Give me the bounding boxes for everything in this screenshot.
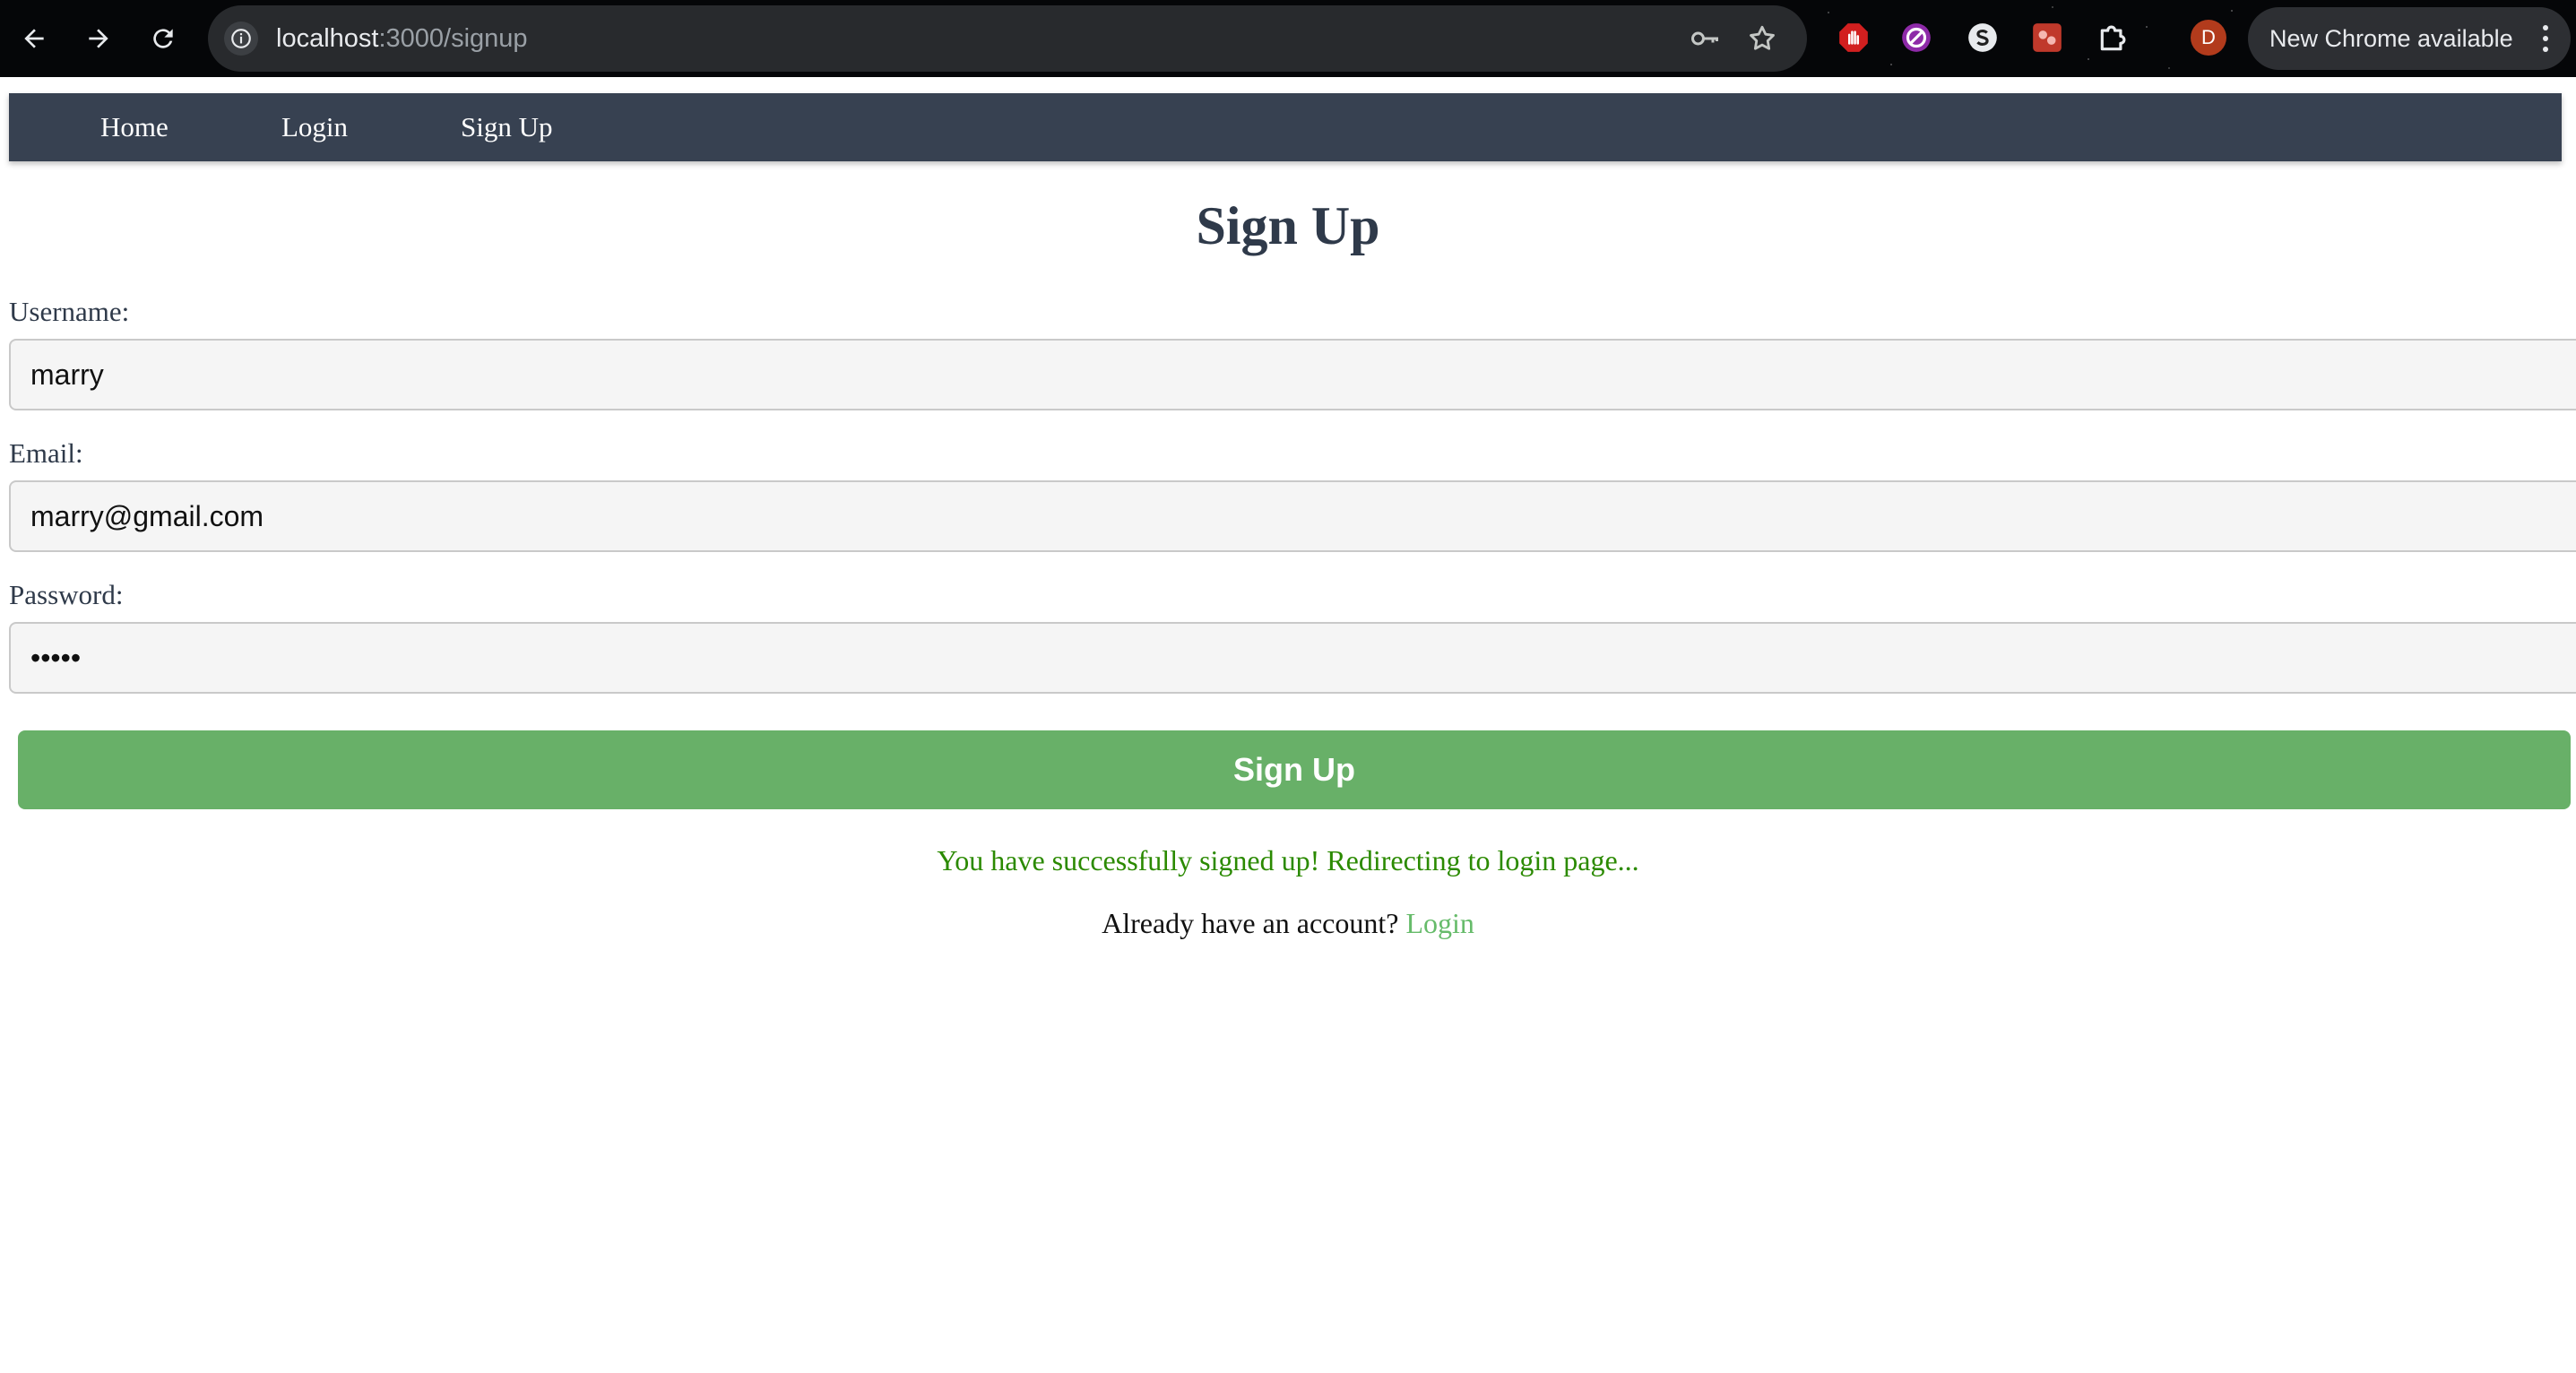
nav-link-signup[interactable]: Sign Up <box>461 93 553 161</box>
forward-button[interactable] <box>75 15 122 62</box>
browser-toolbar: localhost:3000/signup D New Chrome avail… <box>0 0 2576 77</box>
page-title: Sign Up <box>1196 196 1380 255</box>
bookmark-button[interactable] <box>1746 22 1778 55</box>
username-label: Username: <box>9 296 130 327</box>
password-key-button[interactable] <box>1689 22 1721 55</box>
password-label: Password: <box>9 579 124 610</box>
url-host: localhost <box>276 24 379 53</box>
forward-arrow-icon <box>89 29 108 48</box>
extension-s-icon <box>1968 23 1997 52</box>
reload-icon <box>153 29 173 48</box>
extensions-menu-button[interactable] <box>2096 20 2131 56</box>
email-label: Email: <box>9 437 83 469</box>
chrome-update-button[interactable]: New Chrome available <box>2248 7 2571 70</box>
extension-stop-hand-icon <box>1839 23 1868 52</box>
login-link[interactable]: Login <box>1405 907 1474 939</box>
extension-s[interactable] <box>1965 20 2001 56</box>
reload-button[interactable] <box>140 15 186 62</box>
password-key-icon <box>1691 31 1718 46</box>
extension-circle-slash-icon <box>1902 23 1931 52</box>
back-button[interactable] <box>11 15 57 62</box>
username-input[interactable] <box>9 339 2576 410</box>
extensions-puzzle-icon <box>2100 25 2126 51</box>
profile-avatar[interactable]: D <box>2191 20 2226 56</box>
extension-stop-hand[interactable] <box>1836 20 1871 56</box>
url-text[interactable]: localhost:3000/signup <box>276 5 528 72</box>
site-info-button[interactable] <box>224 22 258 56</box>
extension-red-app-icon <box>2033 23 2062 52</box>
site-info-icon <box>231 29 251 48</box>
signup-submit-button[interactable]: Sign Up <box>18 730 2571 809</box>
success-message: You have successfully signed up! Redirec… <box>937 844 1639 876</box>
site-navbar: Home Login Sign Up <box>9 93 2562 161</box>
bookmark-star-icon <box>1750 25 1775 50</box>
update-label: New Chrome available <box>2269 24 2513 52</box>
more-vert-icon[interactable] <box>2542 25 2549 52</box>
password-input[interactable] <box>9 622 2576 694</box>
nav-link-login[interactable]: Login <box>281 93 348 161</box>
email-input[interactable] <box>9 480 2576 552</box>
address-bar[interactable]: localhost:3000/signup <box>208 5 1807 72</box>
extension-circle-slash[interactable] <box>1898 20 1934 56</box>
login-prompt-text: Already have an account? <box>1102 907 1399 939</box>
back-arrow-icon <box>24 29 44 48</box>
nav-link-home[interactable]: Home <box>100 93 169 161</box>
extension-red-app[interactable] <box>2029 20 2065 56</box>
url-path: :3000/signup <box>378 24 528 53</box>
login-prompt-line: Already have an account? Login <box>0 907 2576 940</box>
